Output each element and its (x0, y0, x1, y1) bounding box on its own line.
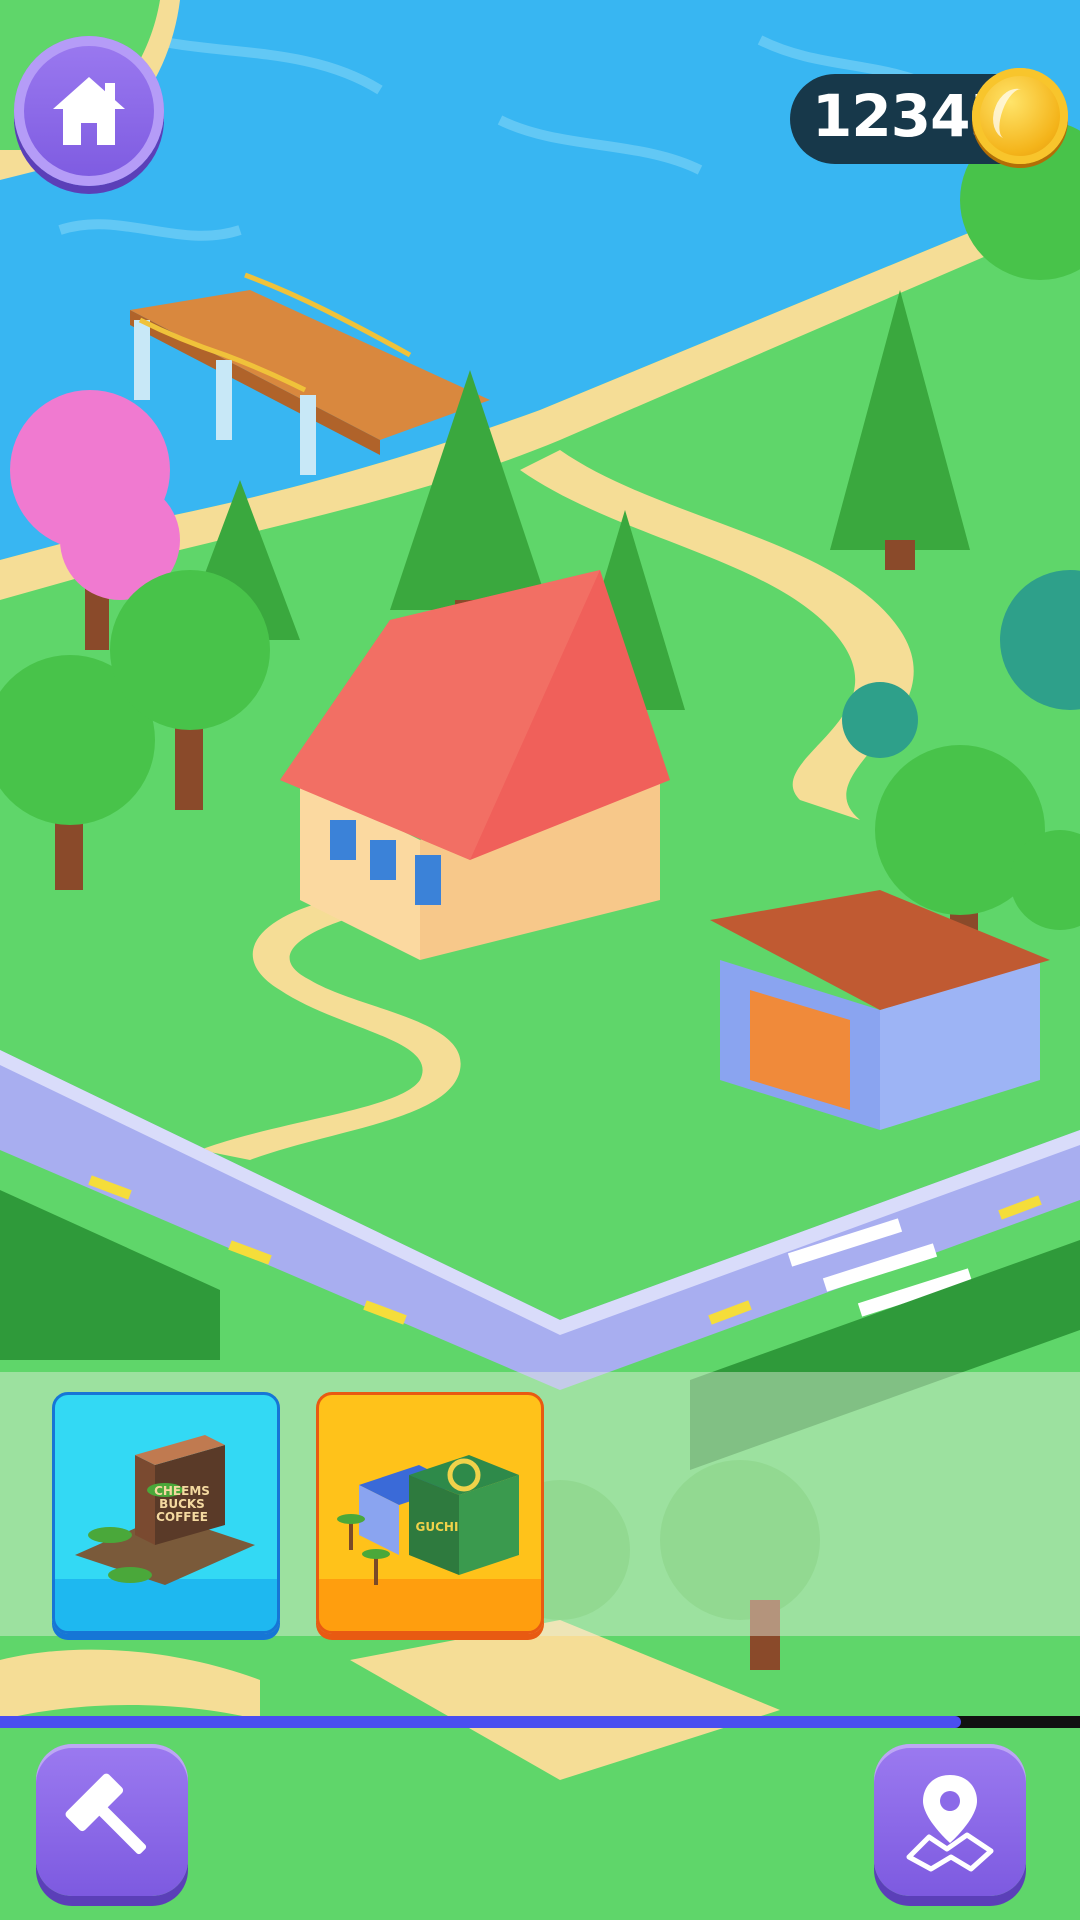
build-card-fashion-store[interactable]: GUCHI (316, 1392, 544, 1634)
fashion-store-sign: GUCHI (415, 1520, 459, 1534)
build-card-coffee-shop[interactable]: CHEEMS BUCKS COFFEE (52, 1392, 280, 1634)
home-icon (53, 77, 125, 145)
home-button[interactable] (14, 36, 164, 186)
map-pin-icon (906, 1775, 994, 1872)
hammer-icon (65, 1773, 147, 1855)
coffee-shop-sign: CHEEMS BUCKS COFFEE (154, 1484, 210, 1524)
progress-bar-fill (0, 1716, 962, 1728)
map-button[interactable] (874, 1744, 1026, 1896)
coin-icon (972, 68, 1068, 164)
progress-bar (0, 1716, 1080, 1728)
fashion-store-building-icon (337, 1455, 519, 1585)
build-button[interactable] (36, 1744, 188, 1896)
